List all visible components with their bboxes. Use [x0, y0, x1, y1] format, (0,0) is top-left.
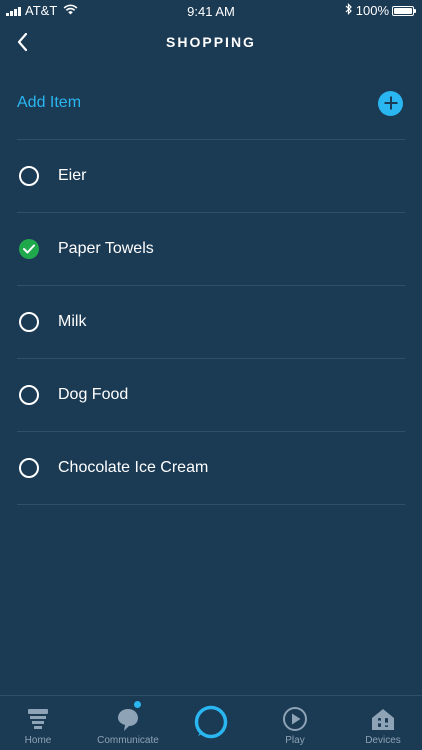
status-bar: AT&T 9:41 AM 100% — [0, 0, 422, 22]
status-right: 100% — [345, 3, 416, 18]
nav-devices[interactable]: Devices — [341, 705, 422, 746]
list-item[interactable]: Eier — [17, 140, 405, 213]
list-item[interactable]: Paper Towels — [17, 213, 405, 286]
plus-icon[interactable] — [378, 90, 403, 116]
bluetooth-icon — [345, 3, 353, 18]
unchecked-circle-icon[interactable] — [19, 312, 39, 332]
list-item[interactable]: Milk — [17, 286, 405, 359]
add-item-row[interactable]: Add Item — [17, 76, 405, 130]
battery-percent: 100% — [355, 3, 389, 18]
checked-circle-icon[interactable] — [19, 239, 39, 259]
nav-devices-label: Devices — [365, 735, 401, 746]
devices-icon — [372, 709, 394, 730]
alexa-ring-icon — [194, 705, 228, 739]
notification-dot — [134, 701, 141, 708]
alexa-button[interactable] — [193, 704, 229, 740]
home-icon — [28, 709, 48, 729]
nav-home-label: Home — [24, 735, 52, 746]
nav-play[interactable]: Play — [253, 705, 337, 746]
speech-bubble-icon — [118, 709, 138, 731]
item-label: Milk — [58, 313, 87, 330]
battery-icon — [392, 5, 416, 16]
item-label: Dog Food — [58, 386, 129, 403]
unchecked-circle-icon[interactable] — [19, 166, 39, 186]
item-label: Chocolate Ice Cream — [58, 459, 209, 476]
list-item[interactable]: Chocolate Ice Cream — [17, 432, 405, 505]
page-title: SHOPPING — [166, 34, 256, 50]
play-icon — [283, 707, 307, 731]
nav-communicate-label: Communicate — [97, 735, 159, 746]
item-label: Paper Towels — [58, 240, 154, 257]
bottom-nav: Home Communicate Play Devices — [0, 695, 422, 750]
battery-fill — [394, 7, 412, 14]
item-label: Eier — [58, 167, 87, 184]
unchecked-circle-icon[interactable] — [19, 458, 39, 478]
list-item[interactable]: Dog Food — [17, 359, 405, 432]
shopping-list: Eier Paper Towels Milk Dog Food Chocolat… — [0, 140, 422, 505]
nav-communicate[interactable]: Communicate — [86, 705, 170, 746]
add-item-label[interactable]: Add Item — [17, 94, 81, 112]
header: SHOPPING — [0, 22, 422, 62]
nav-home[interactable]: Home — [0, 705, 80, 746]
unchecked-circle-icon[interactable] — [19, 385, 39, 405]
nav-play-label: Play — [285, 735, 305, 746]
